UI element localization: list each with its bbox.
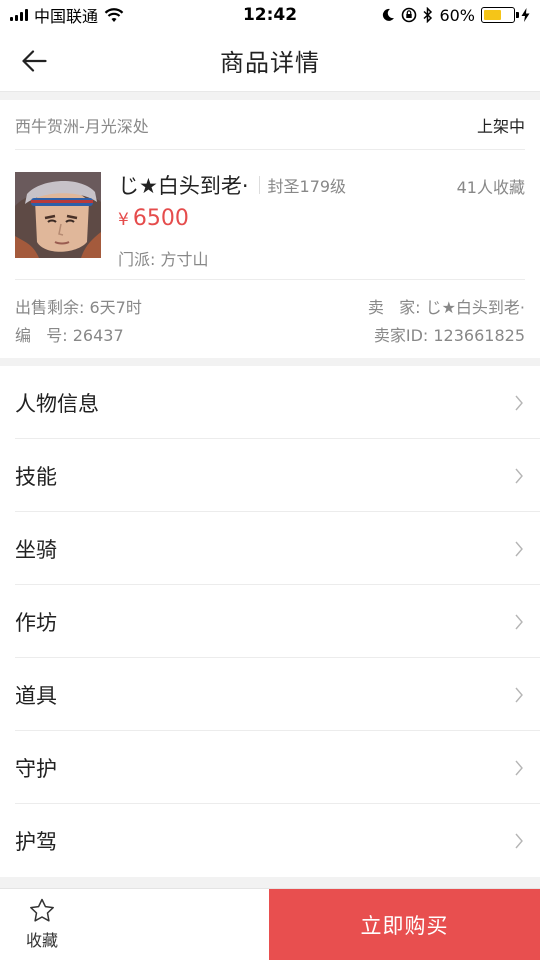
bluetooth-icon	[423, 7, 433, 23]
status-left: 中国联通	[10, 3, 124, 27]
chevron-right-icon	[515, 395, 523, 410]
menu-item-label: 技能	[15, 464, 57, 489]
menu-item-label: 作坊	[15, 610, 57, 635]
status-bar: 中国联通 12:42 60%	[0, 0, 540, 30]
battery-percent: 60%	[439, 5, 475, 25]
menu-item-label: 守护	[15, 756, 57, 781]
menu-item-workshop[interactable]: 作坊	[0, 585, 540, 658]
product-summary: じ★白头到老· 封圣179级 41人收藏 ¥6500 门派: 方寸山	[15, 150, 525, 280]
favorite-button-content: 收藏	[26, 898, 58, 951]
seller-id: 卖家ID: 123661825	[373, 326, 525, 345]
favorite-count: 41人收藏	[456, 178, 525, 197]
product-card: 西牛贺洲-月光深处 上架中 じ★白头到老· 封圣179级 41人收藏 ¥ 650…	[0, 100, 540, 358]
serial-number: 编 号: 26437	[15, 326, 124, 345]
page-title: 商品详情	[220, 49, 320, 77]
server-name: 西牛贺洲-月光深处	[15, 116, 149, 136]
item-name: じ★白头到老·	[118, 174, 249, 198]
seller-name: 卖 家: じ★白头到老·	[367, 298, 525, 317]
moon-icon	[383, 8, 395, 21]
school: 门派: 方寸山	[118, 250, 209, 269]
carrier-name: 中国联通	[34, 7, 99, 26]
menu-item-label: 道具	[15, 683, 57, 708]
menu-item-mounts[interactable]: 坐骑	[0, 512, 540, 585]
buy-now-button[interactable]: 立即购买	[269, 889, 540, 960]
chevron-right-icon	[515, 687, 523, 702]
chevron-right-icon	[515, 760, 523, 775]
status-right: 60%	[381, 6, 530, 25]
chevron-right-icon	[515, 833, 523, 848]
star-icon	[30, 898, 54, 922]
item-name-row: じ★白头到老· 封圣179级	[118, 170, 346, 200]
favorite-button[interactable]: 收藏	[0, 889, 269, 960]
chevron-right-icon	[515, 614, 523, 629]
chevron-right-icon	[515, 468, 523, 483]
server-row: 西牛贺洲-月光深处 上架中	[15, 100, 525, 150]
buy-now-label: 立即购买	[360, 913, 449, 938]
nav-bar: 商品详情	[0, 30, 540, 92]
rotation-lock-icon	[402, 7, 417, 23]
time-remaining: 出售剩余: 6天7时	[15, 298, 142, 317]
battery-level	[484, 10, 501, 20]
menu-item-label: 坐骑	[15, 537, 57, 562]
menu-item-skills[interactable]: 技能	[0, 439, 540, 512]
signal-icon	[10, 9, 28, 21]
character-avatar[interactable]	[15, 172, 101, 258]
wifi-icon	[104, 7, 124, 22]
battery-icon	[481, 7, 519, 23]
menu-item-escorts[interactable]: 护驾	[0, 804, 540, 877]
back-button[interactable]	[14, 42, 54, 80]
menu-item-guardians[interactable]: 守护	[0, 731, 540, 804]
menu-item-character-info[interactable]: 人物信息	[0, 366, 540, 439]
charging-icon	[521, 8, 530, 22]
back-arrow-icon	[22, 50, 47, 72]
listing-meta: 出售剩余: 6天7时 编 号: 26437 卖 家: じ★白头到老· 卖家ID:…	[15, 280, 525, 358]
price-value: 6500	[132, 206, 189, 231]
title-divider	[258, 176, 260, 194]
menu-item-items[interactable]: 道具	[0, 658, 540, 731]
menu-item-label: 护驾	[15, 829, 57, 854]
chevron-right-icon	[515, 541, 523, 556]
bottom-action-bar: 收藏 立即购买	[0, 888, 540, 960]
listing-status: 上架中	[476, 116, 525, 136]
currency-symbol: ¥	[118, 210, 129, 230]
price: ¥6500	[118, 206, 189, 231]
item-level: 封圣179级	[267, 177, 347, 196]
detail-menu: 人物信息 技能 坐骑 作坊 道具 守护 护驾	[0, 366, 540, 877]
character-portrait-icon	[15, 172, 101, 258]
menu-item-label: 人物信息	[15, 391, 99, 416]
favorite-label: 收藏	[26, 931, 59, 950]
